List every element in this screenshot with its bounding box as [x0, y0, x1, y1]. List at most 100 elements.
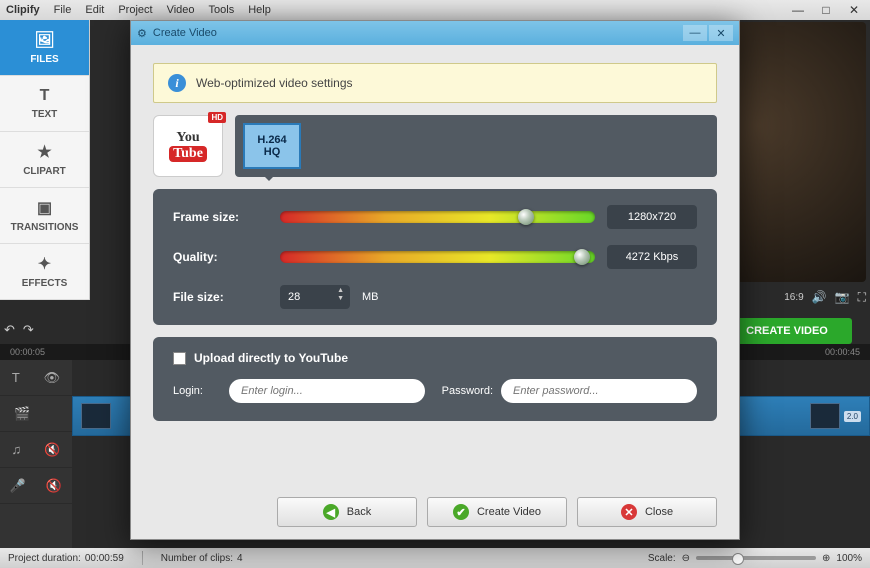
text-tool-icon[interactable]: T — [12, 370, 20, 385]
scale-slider[interactable] — [696, 556, 816, 560]
upload-label: Upload directly to YouTube — [194, 351, 348, 365]
menu-edit[interactable]: Edit — [85, 4, 104, 16]
quality-value: 4272 Kbps — [607, 245, 697, 269]
fullscreen-icon[interactable]: ⛶ — [858, 290, 866, 305]
close-icon: ✕ — [621, 504, 637, 520]
frame-size-slider[interactable] — [280, 211, 595, 223]
app-close-icon[interactable]: ✕ — [844, 3, 864, 17]
quality-label: Quality: — [173, 250, 268, 264]
sidebar-item-files[interactable]: 🖼 FILES — [0, 20, 89, 76]
audio-track-icon[interactable]: ♫ — [12, 442, 22, 457]
back-button[interactable]: ◀ Back — [277, 497, 417, 527]
sidebar-label: FILES — [30, 54, 58, 65]
create-video-dialog: ⚙ Create Video — ✕ i Web-optimized video… — [130, 20, 740, 540]
codec-selector[interactable]: H.264 HQ — [235, 115, 717, 177]
frame-size-label: Frame size: — [173, 210, 268, 224]
check-icon: ✔ — [453, 504, 469, 520]
upload-panel: Upload directly to YouTube Login: Passwo… — [153, 337, 717, 421]
statusbar: Project duration: 00:00:59 Number of cli… — [0, 548, 870, 568]
dialog-titlebar: ⚙ Create Video — ✕ — [131, 21, 739, 45]
mute-icon[interactable]: 🔇 — [46, 478, 62, 494]
logo-tube: Tube — [169, 146, 207, 162]
sidebar-item-effects[interactable]: ✦ EFFECTS — [0, 244, 89, 300]
star-icon: ★ — [37, 142, 51, 162]
app-titlebar: Clipify File Edit Project Video Tools He… — [0, 0, 870, 20]
app-minimize-icon[interactable]: — — [788, 3, 808, 17]
file-size-input[interactable]: 28 ▲▼ — [280, 285, 350, 309]
dialog-title: Create Video — [153, 27, 217, 39]
upload-checkbox-row[interactable]: Upload directly to YouTube — [173, 351, 697, 365]
undo-redo-toolbar: ↶ ↷ — [4, 322, 34, 338]
menu-file[interactable]: File — [54, 4, 72, 16]
info-icon: i — [168, 74, 186, 92]
mute-icon[interactable]: 🔇 — [44, 442, 60, 458]
clip-stretch: 2.0 — [844, 411, 861, 422]
zoom-out-icon[interactable]: ⊖ — [682, 553, 690, 564]
text-icon: T — [40, 87, 50, 105]
sidebar-label: EFFECTS — [22, 278, 68, 289]
spinner-arrows[interactable]: ▲▼ — [337, 287, 344, 303]
back-icon: ◀ — [323, 504, 339, 520]
sidebar-label: TRANSITIONS — [11, 222, 79, 233]
create-button[interactable]: ✔ Create Video — [427, 497, 567, 527]
dialog-icon: ⚙ — [137, 27, 147, 40]
sidebar-label: TEXT — [32, 109, 58, 120]
app-name: Clipify — [6, 4, 40, 16]
create-video-button[interactable]: CREATE VIDEO — [722, 318, 852, 344]
login-label: Login: — [173, 385, 221, 397]
duration-value: 00:00:59 — [85, 553, 124, 564]
effects-icon: ✦ — [38, 254, 51, 274]
redo-icon[interactable]: ↷ — [23, 322, 34, 338]
file-size-unit: MB — [362, 291, 379, 303]
clips-value: 4 — [237, 553, 243, 564]
timeline-tools: T 👁 🎬 ♫ 🔇 🎤 🔇 — [0, 360, 72, 548]
clips-label: Number of clips: — [161, 553, 233, 564]
close-button[interactable]: ✕ Close — [577, 497, 717, 527]
codec-line1: H.264 — [257, 134, 286, 146]
visibility-icon[interactable]: 👁 — [44, 370, 61, 386]
frame-size-value: 1280x720 — [607, 205, 697, 229]
duration-label: Project duration: — [8, 553, 81, 564]
volume-icon[interactable]: 🔊 — [812, 290, 827, 304]
snapshot-icon[interactable]: 📷 — [835, 290, 850, 304]
upload-checkbox[interactable] — [173, 352, 186, 365]
menu-project[interactable]: Project — [118, 4, 152, 16]
sidebar-label: CLIPART — [23, 166, 66, 177]
sidebar-item-transitions[interactable]: ▣ TRANSITIONS — [0, 188, 89, 244]
app-maximize-icon[interactable]: □ — [816, 3, 836, 17]
youtube-logo: HD You Tube — [153, 115, 223, 177]
video-track-icon[interactable]: 🎬 — [14, 406, 30, 422]
aspect-ratio: 16:9 — [784, 292, 803, 303]
logo-you: You — [176, 130, 199, 146]
info-banner: i Web-optimized video settings — [153, 63, 717, 103]
password-input[interactable] — [501, 379, 697, 403]
scale-value: 100% — [836, 553, 862, 564]
sidebar-item-text[interactable]: T TEXT — [0, 76, 89, 132]
login-input[interactable] — [229, 379, 425, 403]
menu-video[interactable]: Video — [167, 4, 195, 16]
menu-help[interactable]: Help — [248, 4, 271, 16]
undo-icon[interactable]: ↶ — [4, 322, 15, 338]
quality-slider[interactable] — [280, 251, 595, 263]
zoom-in-icon[interactable]: ⊕ — [822, 553, 830, 564]
time-marker: 00:00:45 — [825, 347, 860, 357]
sidebar-item-clipart[interactable]: ★ CLIPART — [0, 132, 89, 188]
files-icon: 🖼 — [34, 30, 54, 50]
clip-thumbnail — [81, 403, 111, 429]
time-marker: 00:00:05 — [10, 347, 45, 357]
menu-tools[interactable]: Tools — [209, 4, 235, 16]
password-label: Password: — [433, 385, 493, 397]
settings-panel: Frame size: 1280x720 Quality: 4272 Kbps … — [153, 189, 717, 325]
transitions-icon: ▣ — [37, 198, 52, 218]
file-size-label: File size: — [173, 290, 268, 304]
slider-knob[interactable] — [518, 209, 534, 225]
left-sidebar: 🖼 FILES T TEXT ★ CLIPART ▣ TRANSITIONS ✦… — [0, 20, 90, 300]
mic-track-icon[interactable]: 🎤 — [10, 478, 26, 494]
slider-knob[interactable] — [574, 249, 590, 265]
clip-thumbnail — [810, 403, 840, 429]
scale-label: Scale: — [648, 553, 676, 564]
codec-chip-h264[interactable]: H.264 HQ — [243, 123, 301, 169]
dialog-minimize-icon[interactable]: — — [683, 25, 707, 41]
dialog-close-icon[interactable]: ✕ — [709, 25, 733, 41]
hd-badge: HD — [208, 112, 226, 123]
